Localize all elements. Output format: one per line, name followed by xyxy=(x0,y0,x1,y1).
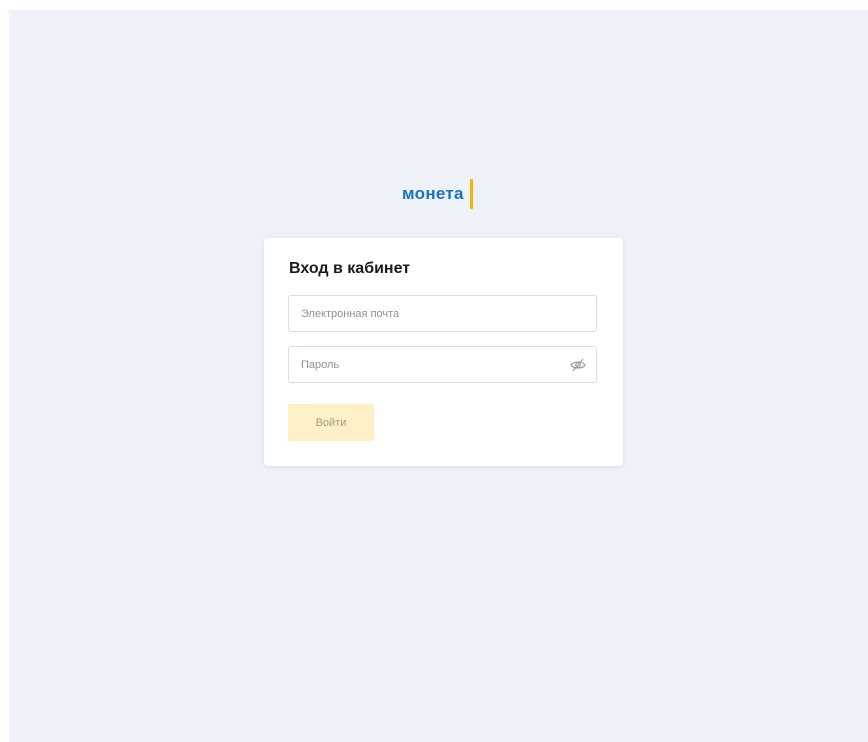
password-field[interactable] xyxy=(288,346,597,383)
page-background: монета Вход в кабинет Войти xyxy=(9,10,868,742)
login-button[interactable]: Войти xyxy=(288,404,374,441)
brand-logo: монета xyxy=(402,178,473,210)
email-input[interactable] xyxy=(289,296,596,331)
page-title: Вход в кабинет xyxy=(289,260,411,277)
logo-accent-bar xyxy=(469,179,473,209)
logo-text: монета xyxy=(402,184,464,203)
password-input[interactable] xyxy=(289,347,596,382)
eye-off-icon[interactable] xyxy=(569,356,587,374)
login-card: Вход в кабинет Войти xyxy=(264,238,623,466)
email-field[interactable] xyxy=(288,295,597,332)
